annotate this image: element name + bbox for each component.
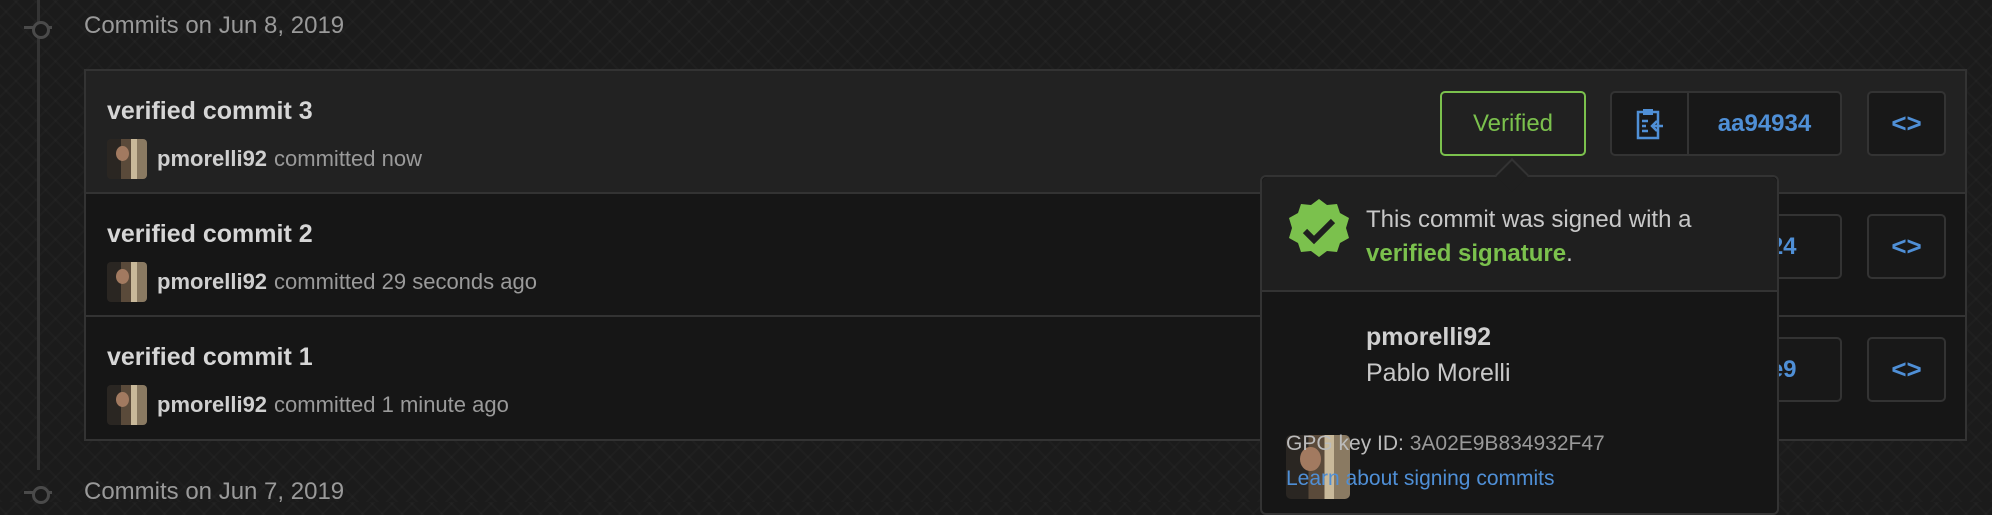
gpg-key-id: GPG key ID: 3A02E9B834932F47 — [1286, 432, 1605, 456]
commit-title[interactable]: verified commit 2 — [107, 220, 313, 249]
popover-punctuation: . — [1566, 240, 1573, 267]
popover-message: This commit was signed with a — [1366, 206, 1692, 233]
author-link[interactable]: pmorelli92 — [157, 146, 267, 172]
code-icon: <> — [1891, 231, 1922, 261]
git-commit-icon — [24, 485, 52, 504]
git-commit-icon — [24, 20, 52, 39]
date-header: Commits on Jun 8, 2019 — [84, 12, 345, 39]
verified-badge-button[interactable]: Verified — [1440, 91, 1586, 156]
commit-time: committed now — [274, 146, 422, 171]
timeline-line — [37, 0, 40, 470]
commit-title[interactable]: verified commit 1 — [107, 343, 313, 372]
browse-code-button[interactable]: <> — [1867, 214, 1946, 279]
browse-code-button[interactable]: <> — [1867, 91, 1946, 156]
avatar[interactable] — [107, 385, 147, 425]
avatar[interactable] — [107, 139, 147, 179]
author-link[interactable]: pmorelli92 — [157, 269, 267, 295]
commit-time: committed 29 seconds ago — [274, 269, 537, 294]
clipboard-copy-icon[interactable] — [1612, 93, 1689, 154]
verified-badge-icon — [1289, 199, 1349, 257]
code-icon: <> — [1891, 108, 1922, 138]
commit-time: committed 1 minute ago — [274, 392, 509, 417]
verified-signature-text: verified signature — [1366, 240, 1567, 267]
signature-popover: This commit was signed with a verified si… — [1260, 175, 1779, 515]
signer-full-name: Pablo Morelli — [1366, 359, 1511, 387]
author-link[interactable]: pmorelli92 — [157, 392, 267, 418]
sha-button-group: aa94934 — [1610, 91, 1842, 156]
code-icon: <> — [1891, 354, 1922, 384]
learn-signing-link[interactable]: Learn about signing commits — [1286, 467, 1554, 491]
commit-title[interactable]: verified commit 3 — [107, 97, 313, 126]
gpg-label: GPG key ID: — [1286, 432, 1404, 455]
commit-sha-link[interactable]: aa94934 — [1689, 110, 1840, 138]
avatar[interactable] — [107, 262, 147, 302]
browse-code-button[interactable]: <> — [1867, 337, 1946, 402]
gpg-value: 3A02E9B834932F47 — [1409, 432, 1605, 455]
signer-username[interactable]: pmorelli92 — [1366, 323, 1491, 352]
